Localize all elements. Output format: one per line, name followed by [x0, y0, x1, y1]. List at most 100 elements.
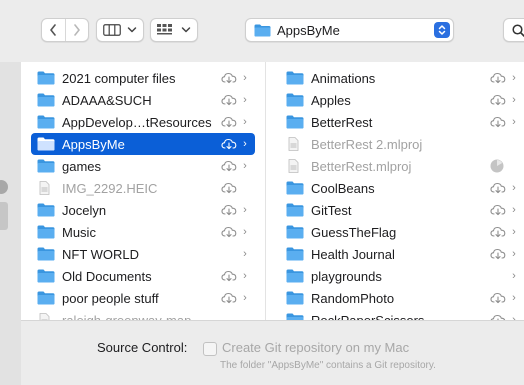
folder-row[interactable]: BetterRest › — [280, 111, 524, 133]
disclosure-chevron-icon: › — [512, 94, 516, 106]
disclosure-chevron-icon: › — [243, 248, 247, 260]
folder-row[interactable]: Music › — [31, 221, 255, 243]
folder-icon — [37, 291, 55, 305]
item-label: BetterRest — [311, 114, 373, 130]
disclosure-chevron-icon: › — [243, 226, 247, 238]
disclosure-chevron-icon: › — [243, 94, 247, 106]
folder-icon — [37, 269, 55, 283]
disclosure-chevron-icon: › — [512, 72, 516, 84]
folder-row[interactable]: Old Documents › — [31, 265, 255, 287]
folder-row[interactable]: CoolBeans › — [280, 177, 524, 199]
cloud-download-icon — [490, 292, 506, 304]
folder-row[interactable]: NFT WORLD › — [31, 243, 255, 265]
item-label: games — [62, 158, 102, 174]
back-button[interactable] — [42, 19, 65, 41]
column-divider[interactable] — [265, 62, 266, 320]
item-label: BetterRest.mlproj — [311, 158, 412, 174]
sidebar-tab — [0, 202, 8, 230]
folder-row[interactable]: poor people stuff › — [31, 287, 255, 309]
disclosure-chevron-icon: › — [243, 138, 247, 150]
location-name: AppsByMe — [277, 22, 340, 38]
cloud-download-icon — [221, 292, 237, 304]
folder-row[interactable]: Health Journal › — [280, 243, 524, 265]
chevron-down-icon — [181, 27, 191, 33]
cloud-download-icon — [490, 72, 506, 84]
folder-row[interactable]: playgrounds › — [280, 265, 524, 287]
folder-icon — [286, 291, 304, 305]
column-view-button[interactable] — [96, 18, 144, 42]
folder-row[interactable]: AppsByMe › — [31, 133, 255, 155]
create-git-repo-checkbox[interactable] — [203, 342, 217, 356]
item-label: RockPaperScissors — [311, 312, 425, 321]
search-icon — [512, 23, 524, 37]
folder-row[interactable]: Animations › — [280, 67, 524, 89]
folder-row[interactable]: Jocelyn › — [31, 199, 255, 221]
folder-row[interactable]: games › — [31, 155, 255, 177]
cloud-download-icon — [221, 226, 237, 238]
folder-icon — [37, 247, 55, 261]
empty-status — [490, 138, 506, 150]
cloud-download-icon — [490, 226, 506, 238]
location-stepper[interactable] — [434, 22, 450, 38]
cloud-download-icon — [221, 72, 237, 84]
chevron-right-icon — [73, 24, 80, 36]
item-label: Animations — [311, 70, 376, 86]
empty-status — [221, 248, 237, 260]
folder-row[interactable]: ADAAA&SUCH › — [31, 89, 255, 111]
source-control-label: Source Control: — [97, 340, 188, 355]
chevron-left-icon — [50, 24, 57, 36]
selected-folder-column: Animations › Apples › BetterRest › BetterRest … — [276, 62, 524, 320]
disclosure-chevron-icon: › — [243, 292, 247, 304]
item-label: AppsByMe — [62, 136, 125, 152]
cloud-download-icon — [490, 248, 506, 260]
file-row[interactable]: BetterRest.mlproj — [280, 155, 524, 177]
folder-icon — [254, 24, 271, 36]
folder-icon — [286, 181, 304, 195]
folder-row[interactable]: GitTest › — [280, 199, 524, 221]
navigation-buttons — [41, 18, 89, 42]
folder-icon — [286, 247, 304, 261]
folder-row[interactable]: AppDevelop…tResources › — [31, 111, 255, 133]
file-icon — [37, 181, 55, 195]
file-icon — [286, 159, 304, 173]
cloud-download-icon — [221, 138, 237, 150]
search-button[interactable] — [503, 18, 524, 42]
folder-icon — [37, 159, 55, 173]
folder-icon — [286, 225, 304, 239]
item-label: Jocelyn — [62, 202, 107, 218]
item-label: AppDevelop…tResources — [62, 114, 212, 130]
folder-row[interactable]: RockPaperScissors › — [280, 309, 524, 320]
grid-icon — [157, 24, 172, 35]
disclosure-chevron-icon: › — [243, 204, 247, 216]
sidebar-edge — [0, 62, 21, 385]
item-label: Apples — [311, 92, 351, 108]
folder-icon — [286, 115, 304, 129]
column-browser: 2021 computer files › ADAAA&SUCH › AppDevelo… — [21, 62, 524, 320]
item-label: poor people stuff — [62, 290, 159, 306]
file-row[interactable]: raleigh-greenway-map — [31, 309, 255, 320]
folder-icon — [37, 225, 55, 239]
item-label: ADAAA&SUCH — [62, 92, 152, 108]
location-popup[interactable]: AppsByMe — [245, 18, 454, 42]
item-label: NFT WORLD — [62, 246, 140, 262]
group-view-button[interactable] — [150, 18, 198, 42]
columns-icon — [103, 24, 121, 36]
folder-icon — [286, 313, 304, 320]
folder-icon — [37, 71, 55, 85]
folder-row[interactable]: 2021 computer files › — [31, 67, 255, 89]
cloud-download-icon — [221, 94, 237, 106]
cloud-download-icon — [221, 270, 237, 282]
forward-button[interactable] — [64, 19, 89, 41]
cloud-download-icon — [490, 182, 506, 194]
item-label: GitTest — [311, 202, 352, 218]
folder-icon — [37, 93, 55, 107]
item-label: raleigh-greenway-map — [62, 312, 192, 321]
disclosure-chevron-icon: › — [512, 248, 516, 260]
folder-row[interactable]: Apples › — [280, 89, 524, 111]
item-label: Old Documents — [62, 268, 152, 284]
folder-icon — [37, 115, 55, 129]
folder-row[interactable]: RandomPhoto › — [280, 287, 524, 309]
folder-row[interactable]: GuessTheFlag › — [280, 221, 524, 243]
file-row[interactable]: BetterRest 2.mlproj — [280, 133, 524, 155]
file-row[interactable]: IMG_2292.HEIC — [31, 177, 255, 199]
